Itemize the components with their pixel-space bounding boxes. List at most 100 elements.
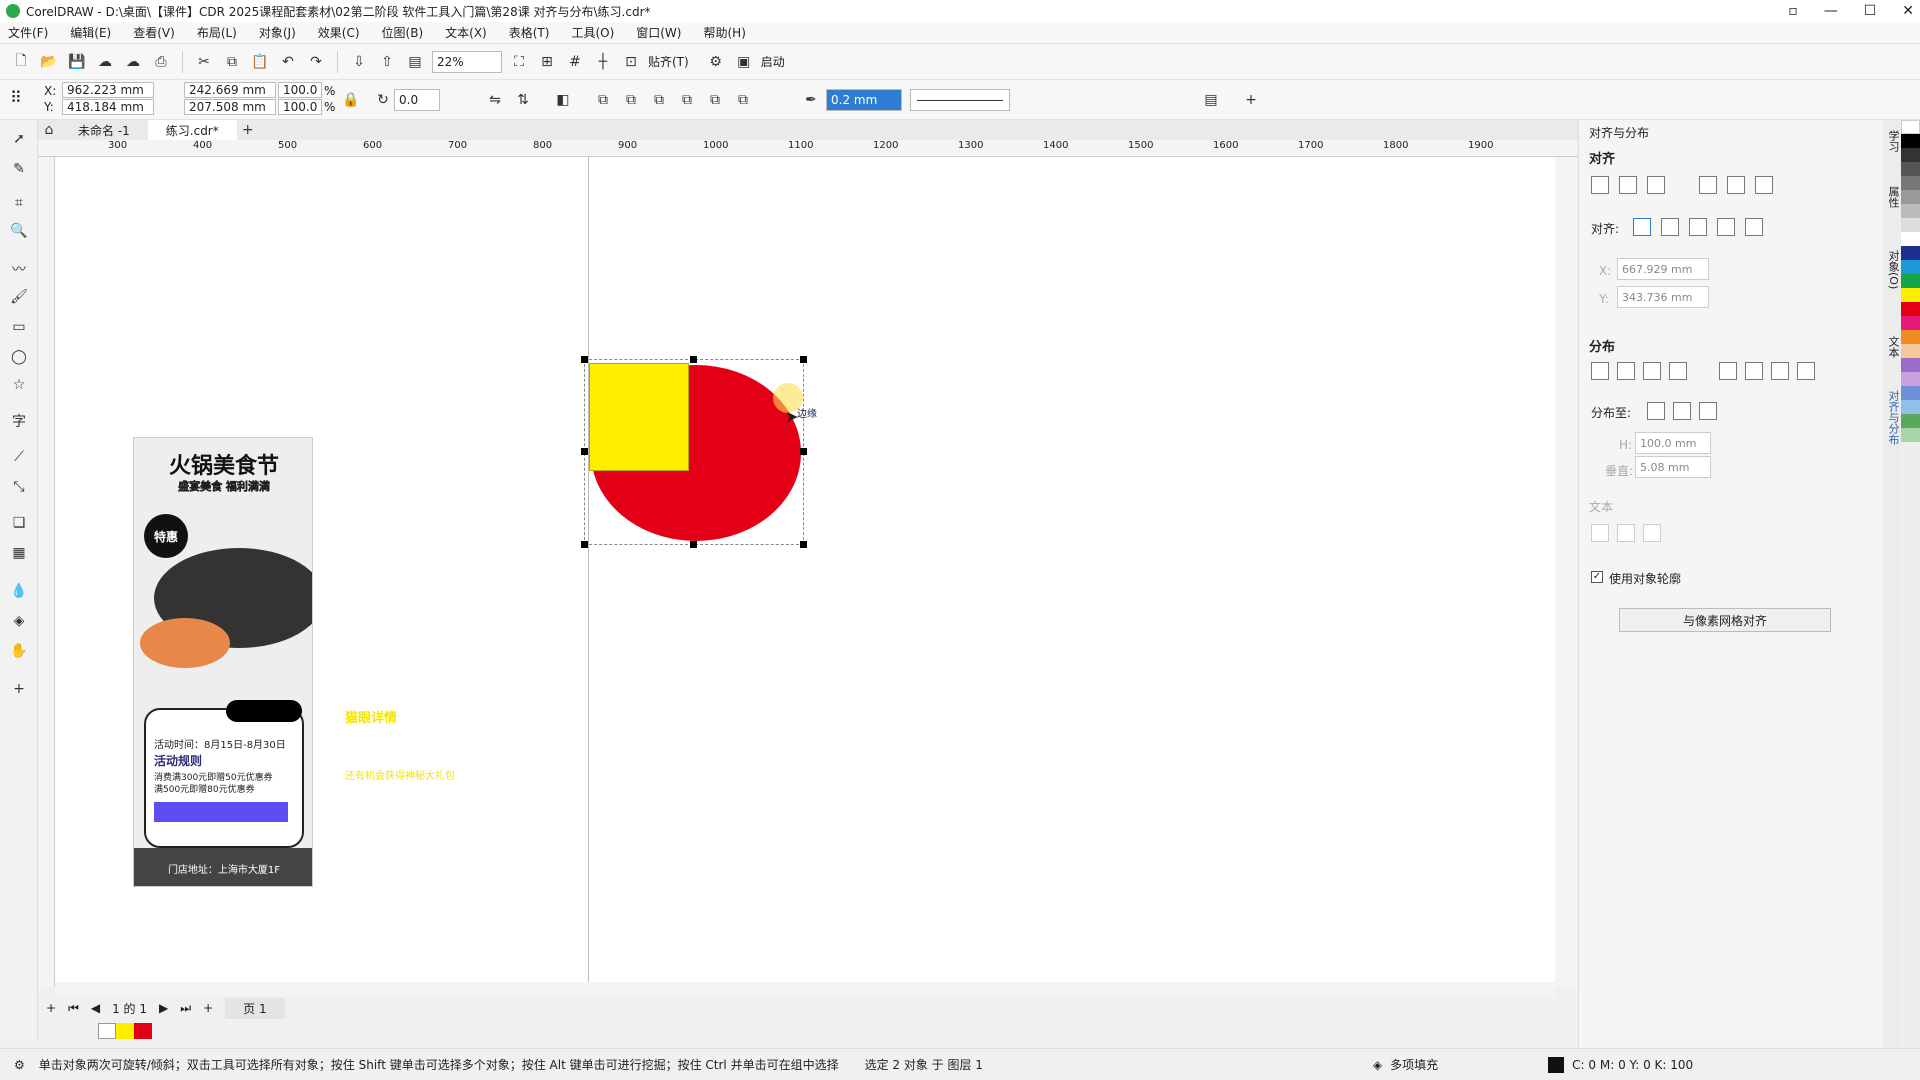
trim-icon[interactable]: ⧉ <box>620 89 642 111</box>
zoom-tool-icon[interactable]: 🔍 <box>8 220 30 242</box>
mirror-v-icon[interactable]: ⇅ <box>512 89 534 111</box>
pick-tool-icon[interactable]: ➚ <box>8 128 30 150</box>
swatch-yellow[interactable] <box>1901 288 1920 302</box>
swatch-red[interactable] <box>1901 302 1920 316</box>
copy-icon[interactable]: ⧉ <box>221 51 243 73</box>
add-icon[interactable]: + <box>1240 89 1262 111</box>
text-align-icon-1[interactable] <box>1591 524 1609 542</box>
menu-tools[interactable]: 工具(O) <box>571 24 614 41</box>
last-page-icon[interactable]: ⏭ <box>180 1001 191 1016</box>
distribute-spacing-mode-icon[interactable] <box>1699 402 1717 420</box>
distribute-bottom-icon[interactable] <box>1797 362 1815 380</box>
align-left-icon[interactable] <box>1591 176 1609 194</box>
rulers-icon[interactable]: ⊞ <box>536 51 558 73</box>
new-tab-icon[interactable]: + <box>237 119 259 141</box>
dimension-tool-icon[interactable]: ⟋ <box>8 446 30 468</box>
rotation-field[interactable]: 0.0 <box>394 89 440 111</box>
swatch-gray-50[interactable] <box>1901 176 1920 190</box>
new-document-icon[interactable]: 🗋 <box>10 51 32 73</box>
lock-ratio-icon[interactable]: 🔒 <box>340 89 362 111</box>
minimize-button[interactable]: — <box>1824 3 1838 19</box>
selection-handle[interactable] <box>800 356 807 363</box>
prev-page-icon[interactable]: ◀ <box>91 1001 100 1015</box>
home-icon[interactable]: ⌂ <box>38 119 60 141</box>
swatch-purple[interactable] <box>1901 358 1920 372</box>
x-position-field[interactable]: 962.223 mm <box>62 82 154 98</box>
menu-help[interactable]: 帮助(H) <box>703 24 745 41</box>
swatch-light-green[interactable] <box>1901 428 1920 442</box>
connector-tool-icon[interactable]: ⤡ <box>8 476 30 498</box>
add-page-end-icon[interactable]: + <box>203 1001 213 1015</box>
align-x-field[interactable]: 667.929 mm <box>1617 258 1709 280</box>
selection-handle[interactable] <box>800 448 807 455</box>
menu-file[interactable]: 文件(F) <box>8 24 48 41</box>
distribute-left-icon[interactable] <box>1591 362 1609 380</box>
distribute-h-field[interactable]: 100.0 mm <box>1635 432 1711 454</box>
distribute-selection-icon[interactable] <box>1647 402 1665 420</box>
page-tab[interactable]: 页 1 <box>225 997 285 1019</box>
menu-text[interactable]: 文本(X) <box>445 24 487 41</box>
distribute-spacing-icon[interactable] <box>1643 362 1661 380</box>
grid-icon[interactable]: # <box>564 51 586 73</box>
swatch-gray-40[interactable] <box>1901 190 1920 204</box>
distribute-center-icon[interactable] <box>1617 362 1635 380</box>
outline-color-swatch[interactable] <box>1548 1056 1565 1073</box>
intersect-icon[interactable]: ⧉ <box>648 89 670 111</box>
width-field[interactable]: 242.669 mm <box>184 82 276 98</box>
shape-tool-icon[interactable]: ✎ <box>8 158 30 180</box>
distribute-right-icon[interactable] <box>1669 362 1687 380</box>
outline-width-field[interactable]: 0.2 mm <box>826 89 902 111</box>
drawing-canvas[interactable]: 火锅美食节 盛宴美食 福利满满 特惠 活动时间：8月15日-8月30日 活动规则… <box>55 157 1555 987</box>
restore-small-icon[interactable]: ▫ <box>1788 3 1798 19</box>
back-minus-front-icon[interactable]: ⧉ <box>732 89 754 111</box>
crop-tool-icon[interactable]: ⌗ <box>8 192 30 214</box>
pen-outline-icon[interactable]: ✒ <box>800 89 822 111</box>
freehand-tool-icon[interactable]: 〰 <box>8 258 30 280</box>
full-screen-icon[interactable]: ⛶ <box>508 51 530 73</box>
align-center-v-icon[interactable] <box>1727 176 1745 194</box>
save-icon[interactable]: 💾 <box>66 51 88 73</box>
front-minus-back-icon[interactable]: ⧉ <box>704 89 726 111</box>
swatch-light-blue[interactable] <box>1901 400 1920 414</box>
align-right-icon[interactable] <box>1647 176 1665 194</box>
distribute-middle-icon[interactable] <box>1745 362 1763 380</box>
swatch-orange[interactable] <box>1901 330 1920 344</box>
align-point-icon[interactable] <box>1745 218 1763 236</box>
menu-bitmaps[interactable]: 位图(B) <box>382 24 424 41</box>
tab-objects[interactable]: 对象(O) <box>1885 250 1901 289</box>
scale-y-field[interactable]: 100.0 <box>278 99 322 115</box>
cloud-icon[interactable]: ☁ <box>122 51 144 73</box>
swatch-cyan[interactable] <box>1901 260 1920 274</box>
swatch-lavender[interactable] <box>1901 372 1920 386</box>
swatch-none[interactable] <box>1901 120 1920 134</box>
tab-text[interactable]: 文本 <box>1885 336 1901 358</box>
redo-icon[interactable]: ↷ <box>305 51 327 73</box>
align-page-edge-icon[interactable] <box>1661 218 1679 236</box>
zoom-select[interactable]: 22% <box>432 50 502 73</box>
yellow-caption-2[interactable]: 还有机会获得神秘大礼包 <box>345 767 455 782</box>
rotate-icon[interactable]: ↻ <box>372 89 394 111</box>
scale-x-field[interactable]: 100.0 <box>278 82 322 98</box>
menu-edit[interactable]: 编辑(E) <box>70 24 111 41</box>
align-y-field[interactable]: 343.736 mm <box>1617 286 1709 308</box>
y-position-field[interactable]: 418.184 mm <box>62 99 154 115</box>
simplify-icon[interactable]: ⧉ <box>676 89 698 111</box>
snap-icon[interactable]: ⊡ <box>620 51 642 73</box>
swatch-gray-30[interactable] <box>1901 204 1920 218</box>
cloud-upload-icon[interactable]: ☁ <box>94 51 116 73</box>
snap-menu[interactable]: 贴齐(T) <box>648 53 689 70</box>
selection-handle[interactable] <box>690 541 697 548</box>
tab-properties[interactable]: 属性 <box>1885 186 1901 208</box>
align-top-icon[interactable] <box>1699 176 1717 194</box>
add-page-icon[interactable]: + <box>46 1001 56 1015</box>
menu-object[interactable]: 对象(J) <box>259 24 296 41</box>
poster[interactable]: 火锅美食节 盛宴美食 福利满满 特惠 活动时间：8月15日-8月30日 活动规则… <box>133 437 313 887</box>
align-grid-icon[interactable] <box>1717 218 1735 236</box>
object-origin-icon[interactable]: ⠿ <box>10 88 22 107</box>
ellipse-tool-icon[interactable]: ◯ <box>8 346 30 368</box>
export-icon[interactable]: ⇧ <box>376 51 398 73</box>
add-tool-icon[interactable]: + <box>8 678 30 700</box>
text-tool-icon[interactable]: 字 <box>8 410 30 432</box>
text-align-icon-2[interactable] <box>1617 524 1635 542</box>
smart-fill-icon[interactable]: ✋ <box>8 640 30 662</box>
